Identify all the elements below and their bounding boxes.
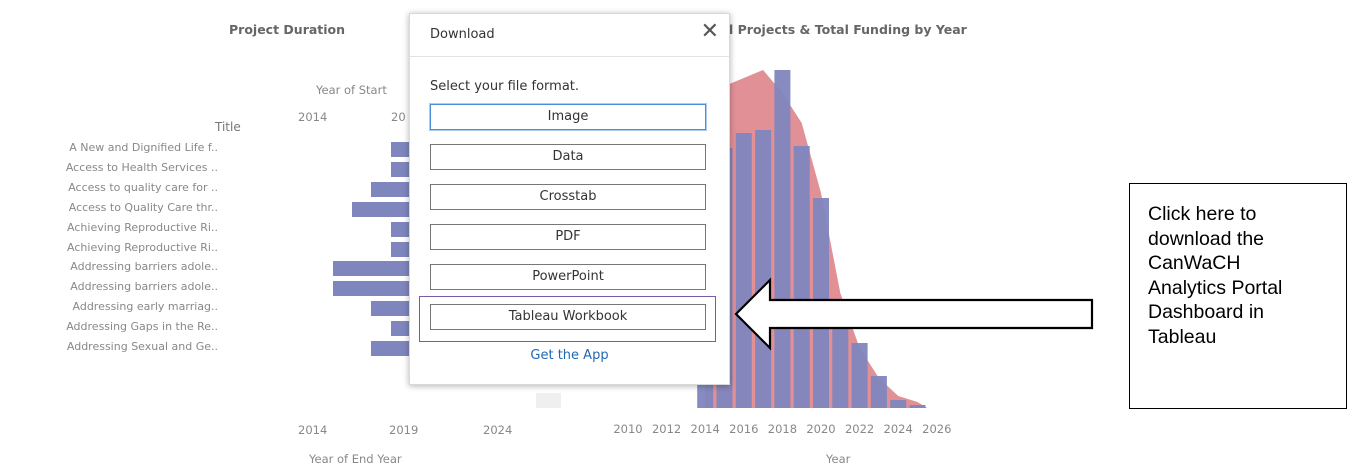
get-the-app-link[interactable]: Get the App <box>410 348 729 363</box>
callout-line: CanWaCH <box>1148 252 1241 274</box>
callout-line: download the <box>1148 227 1265 250</box>
x-tick-label: 2022 <box>845 422 874 436</box>
x-tick-label: 2012 <box>652 422 681 436</box>
year-caption: Year <box>826 452 851 466</box>
project-count-bar <box>774 70 791 408</box>
close-icon[interactable]: ✕ <box>701 19 719 45</box>
project-count-bar <box>909 405 926 408</box>
x-tick-label: 2024 <box>884 422 913 436</box>
x-tick-label: 2018 <box>768 422 797 436</box>
callout-line: Dashboard in <box>1148 301 1264 323</box>
project-count-bar <box>890 400 907 408</box>
x-tick-label: 2026 <box>922 422 951 436</box>
data-option-button[interactable]: Data <box>430 144 706 170</box>
project-count-bar <box>755 130 772 408</box>
project-count-bar <box>870 376 887 408</box>
x-tick-label: 2010 <box>613 422 642 436</box>
left-arrow-icon <box>734 277 1094 351</box>
dialog-subtitle: Select your file format. <box>430 79 580 94</box>
project-count-bar <box>735 133 752 408</box>
image-option-button[interactable]: Image <box>430 104 706 130</box>
tableau-workbook-option-button[interactable]: Tableau Workbook <box>430 304 706 330</box>
crosstab-option-button[interactable]: Crosstab <box>430 184 706 210</box>
powerpoint-option-button[interactable]: PowerPoint <box>430 264 706 290</box>
callout-line: Analytics Portal <box>1148 276 1283 299</box>
x-tick-label: 2014 <box>691 422 720 436</box>
project-count-bar <box>851 343 868 408</box>
callout-line: Tableau <box>1148 325 1217 348</box>
callout-line: Click here to <box>1148 203 1257 225</box>
x-tick-label: 2020 <box>806 422 835 436</box>
instruction-callout: Click here to download the CanWaCH Analy… <box>1129 183 1347 409</box>
download-dialog: Download ✕ Select your file format. Imag… <box>409 13 730 385</box>
dialog-title: Download <box>430 27 495 42</box>
pdf-option-button[interactable]: PDF <box>430 224 706 250</box>
x-tick-label: 2016 <box>729 422 758 436</box>
dialog-divider <box>410 56 729 57</box>
